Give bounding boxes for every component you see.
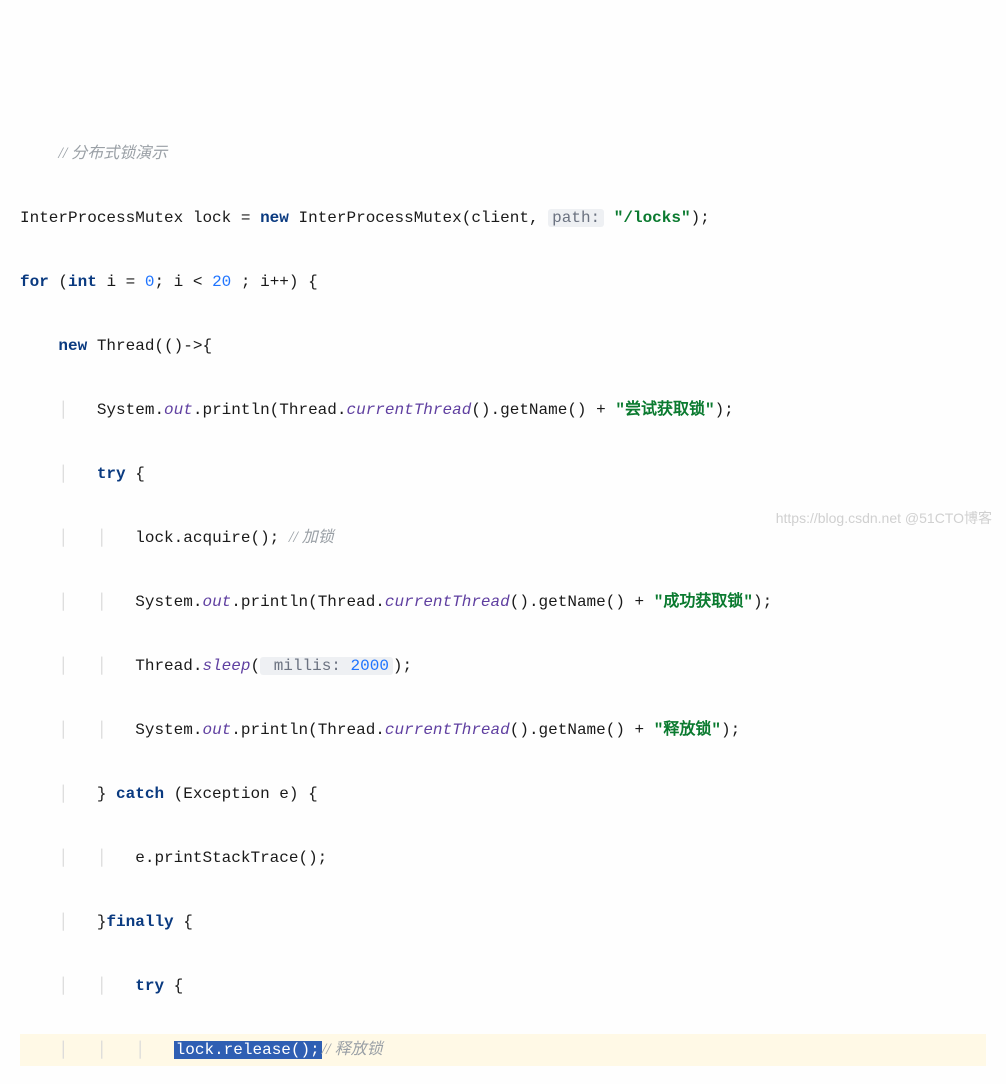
- hint-label: millis:: [264, 657, 341, 675]
- code-line-12: │ │ e.printStackTrace();: [20, 842, 986, 874]
- println: .println(Thread.: [193, 401, 347, 419]
- exc: (Exception e) {: [164, 785, 318, 803]
- semi: );: [753, 593, 772, 611]
- getname: ().getName() +: [471, 401, 615, 419]
- inc: ; i++) {: [231, 273, 317, 291]
- keyword-try: try: [97, 465, 126, 483]
- code-line-14: │ │ try {: [20, 970, 986, 1002]
- var-i: i: [106, 273, 116, 291]
- thread-lambda: Thread(()->{: [87, 337, 212, 355]
- code-line-4: new Thread(()->{: [20, 330, 986, 362]
- close: }: [97, 913, 107, 931]
- string-try-lock: "尝试获取锁": [615, 401, 714, 419]
- keyword-int: int: [68, 273, 97, 291]
- method-currentThread: currentThread: [385, 593, 510, 611]
- print-stack: e.printStackTrace();: [135, 849, 327, 867]
- lock-acquire: lock.acquire();: [135, 529, 289, 547]
- code-line-5: │ System.out.println(Thread.currentThrea…: [20, 394, 986, 426]
- getname: ().getName() +: [510, 593, 654, 611]
- comment-release: // 释放锁: [322, 1041, 383, 1058]
- ctor: InterProcessMutex: [298, 209, 461, 227]
- eq: =: [231, 209, 260, 227]
- code-line-2: InterProcessMutex lock = new InterProces…: [20, 202, 986, 234]
- comment: // 分布式锁演示: [58, 145, 167, 162]
- string-acquired: "成功获取锁": [654, 593, 753, 611]
- code-line-7: │ │ lock.acquire(); // 加锁: [20, 522, 986, 554]
- sys: System.: [97, 401, 164, 419]
- sys: System.: [135, 721, 202, 739]
- code-line-10: │ │ System.out.println(Thread.currentThr…: [20, 714, 986, 746]
- keyword-new: new: [58, 337, 87, 355]
- field-out: out: [202, 593, 231, 611]
- brace: {: [126, 465, 145, 483]
- eq: =: [116, 273, 145, 291]
- arg-client: client: [471, 209, 529, 227]
- semi: );: [721, 721, 740, 739]
- keyword-new: new: [260, 209, 289, 227]
- string-release: "释放锁": [654, 721, 721, 739]
- brace: {: [174, 913, 193, 931]
- code-line-1: // 分布式锁演示: [20, 138, 986, 170]
- keyword-finally: finally: [106, 913, 173, 931]
- field-out: out: [164, 401, 193, 419]
- comment-lock: // 加锁: [289, 529, 334, 546]
- code-line-15-highlight: │ │ │ lock.release();// 释放锁: [20, 1034, 986, 1066]
- code-line-3: for (int i = 0; i < 20 ; i++) {: [20, 266, 986, 298]
- keyword-for: for: [20, 273, 49, 291]
- code-line-8: │ │ System.out.println(Thread.currentThr…: [20, 586, 986, 618]
- close: }: [97, 785, 116, 803]
- end: );: [393, 657, 412, 675]
- param-hint-millis: millis: 2000: [260, 657, 393, 675]
- code-line-9: │ │ Thread.sleep( millis: 2000);: [20, 650, 986, 682]
- semi: );: [715, 401, 734, 419]
- num-20: 20: [212, 273, 231, 291]
- field-out: out: [202, 721, 231, 739]
- println: .println(Thread.: [231, 721, 385, 739]
- println: .println(Thread.: [231, 593, 385, 611]
- method-currentThread: currentThread: [385, 721, 510, 739]
- var-lock: lock: [193, 209, 231, 227]
- getname: ().getName() +: [510, 721, 654, 739]
- method-currentThread: currentThread: [346, 401, 471, 419]
- cond: ; i <: [154, 273, 212, 291]
- string-locks: "/locks": [614, 209, 691, 227]
- param-hint-path: path:: [548, 209, 604, 227]
- sys: System.: [135, 593, 202, 611]
- code-line-6: │ try {: [20, 458, 986, 490]
- selected-text[interactable]: lock.release();: [174, 1041, 322, 1059]
- keyword-catch: catch: [116, 785, 164, 803]
- method-sleep: sleep: [202, 657, 250, 675]
- brace: {: [164, 977, 183, 995]
- keyword-try: try: [135, 977, 164, 995]
- hint-val: 2000: [351, 657, 389, 675]
- code-line-13: │ }finally {: [20, 906, 986, 938]
- thread: Thread.: [135, 657, 202, 675]
- type: InterProcessMutex: [20, 209, 183, 227]
- code-line-11: │ } catch (Exception e) {: [20, 778, 986, 810]
- hint-label: path:: [552, 209, 600, 227]
